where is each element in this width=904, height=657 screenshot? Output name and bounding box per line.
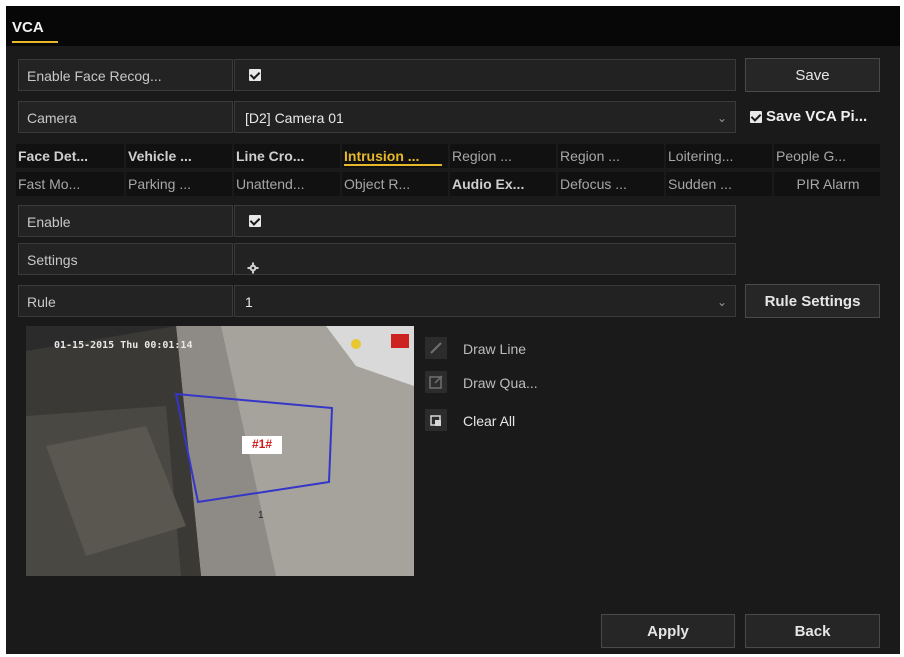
- tab-intrusion[interactable]: Intrusion ...: [342, 144, 448, 168]
- chevron-down-icon: ⌄: [716, 295, 727, 309]
- enable-checkbox[interactable]: [249, 215, 261, 227]
- preview-timestamp: 01-15-2015 Thu 00:01:14: [54, 340, 193, 351]
- tab-face-detection[interactable]: Face Det...: [16, 144, 124, 168]
- camera-value: [D2] Camera 01: [245, 110, 344, 126]
- tab-sudden-scene-change[interactable]: Sudden ...: [666, 172, 772, 196]
- rule-value: 1: [245, 294, 253, 310]
- clear-all-label: Clear All: [463, 413, 516, 429]
- settings-field: [234, 243, 736, 275]
- gear-icon[interactable]: [247, 253, 259, 285]
- pencil-icon: [425, 337, 447, 359]
- clear-icon: [425, 409, 447, 431]
- camera-label: Camera: [18, 101, 233, 133]
- preview-scene: [26, 326, 414, 576]
- tab-pir-alarm[interactable]: PIR Alarm: [774, 172, 880, 196]
- region-marker: 1: [258, 510, 264, 521]
- rule-label: Rule: [18, 285, 233, 317]
- camera-preview[interactable]: 01-15-2015 Thu 00:01:14 #1# 1: [26, 326, 414, 576]
- tab-loitering[interactable]: Loitering...: [666, 144, 772, 168]
- rule-settings-button[interactable]: Rule Settings: [745, 284, 880, 318]
- save-vca-pic-option[interactable]: Save VCA Pi...: [748, 101, 900, 133]
- tab-audio-exception[interactable]: Audio Ex...: [450, 172, 556, 196]
- vca-window: VCA Enable Face Recog... Save Camera [D2…: [6, 6, 900, 654]
- active-tab-underline: [12, 41, 58, 43]
- draw-quadrilateral-tool[interactable]: Draw Qua...: [425, 370, 595, 396]
- enable-label: Enable: [18, 205, 233, 237]
- face-recog-checkbox[interactable]: [249, 69, 261, 81]
- tab-region-exiting[interactable]: Region ...: [558, 144, 664, 168]
- tab-region-entrance[interactable]: Region ...: [450, 144, 556, 168]
- tab-vehicle-detection[interactable]: Vehicle ...: [126, 144, 232, 168]
- draw-line-tool[interactable]: Draw Line: [425, 336, 595, 362]
- tab-people-gathering[interactable]: People G...: [774, 144, 880, 168]
- enable-field: [234, 205, 736, 237]
- face-recog-field: [234, 59, 736, 91]
- chevron-down-icon: ⌄: [716, 111, 727, 125]
- tab-unattended-baggage[interactable]: Unattend...: [234, 172, 340, 196]
- tab-defocus[interactable]: Defocus ...: [558, 172, 664, 196]
- settings-label: Settings: [18, 243, 233, 275]
- tab-fast-moving[interactable]: Fast Mo...: [16, 172, 124, 196]
- face-recog-label: Enable Face Recog...: [18, 59, 233, 91]
- edit-shape-icon: [425, 371, 447, 393]
- draw-line-label: Draw Line: [463, 341, 527, 357]
- save-vca-pic-checkbox[interactable]: [750, 111, 762, 123]
- camera-select[interactable]: [D2] Camera 01 ⌄: [234, 101, 736, 133]
- region-label: #1#: [251, 437, 273, 451]
- tab-parking[interactable]: Parking ...: [126, 172, 232, 196]
- title-bar: VCA: [6, 6, 900, 46]
- apply-button[interactable]: Apply: [601, 614, 735, 648]
- draw-quadrilateral-label: Draw Qua...: [463, 375, 538, 391]
- clear-all-tool[interactable]: Clear All: [425, 408, 595, 434]
- save-vca-pic-label: Save VCA Pi...: [766, 108, 868, 125]
- tab-object-removal[interactable]: Object R...: [342, 172, 448, 196]
- save-button[interactable]: Save: [745, 58, 880, 92]
- rule-select[interactable]: 1 ⌄: [234, 285, 736, 317]
- tab-vca[interactable]: VCA: [12, 19, 44, 36]
- back-button[interactable]: Back: [745, 614, 880, 648]
- tab-line-crossing[interactable]: Line Cro...: [234, 144, 340, 168]
